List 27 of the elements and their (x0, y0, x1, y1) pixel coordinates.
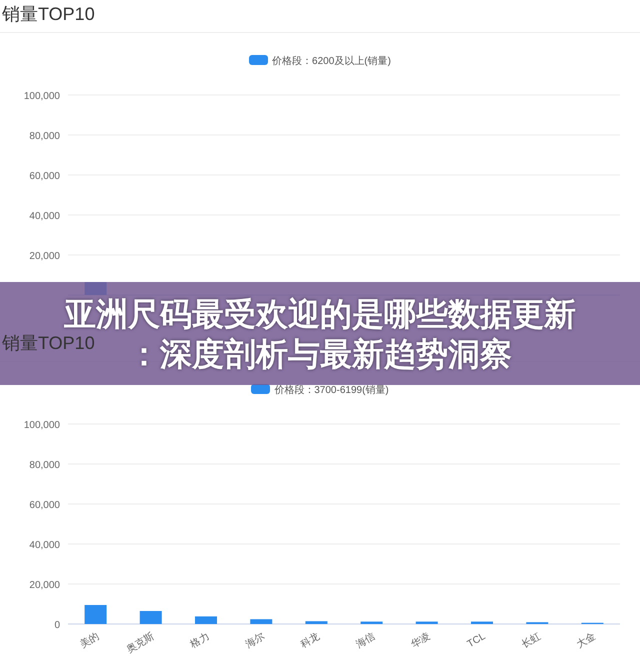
category-label: 大金 (575, 631, 598, 651)
axis-tick-label: 100,000 (24, 91, 60, 102)
legend-label: 价格段：3700-6199(销量) (274, 384, 389, 398)
category-label: 科龙 (299, 631, 322, 651)
category-label: TCL (466, 631, 488, 650)
category-label: 海尔 (244, 631, 267, 651)
category-label: 长虹 (520, 631, 543, 651)
chart-title: 销量TOP10 (2, 333, 95, 353)
axis-tick-label: 60,000 (29, 500, 60, 511)
axis-tick-label: 80,000 (29, 460, 60, 471)
axis-tick-label: 60,000 (29, 171, 60, 182)
axis-tick-label: 20,000 (29, 251, 60, 262)
axis-tick-label: 100,000 (24, 420, 60, 431)
axis-tick-label: 40,000 (29, 211, 60, 222)
axis-tick-label: 80,000 (29, 131, 60, 142)
category-label: 华凌 (409, 631, 432, 651)
category-label: 奥克斯 (124, 631, 156, 656)
legend-label: 价格段：6200及以上(销量) (272, 55, 391, 69)
chart-title: 销量TOP10 (2, 4, 95, 24)
axis-tick-label: 0 (54, 620, 60, 631)
category-label: 海信 (354, 631, 378, 651)
category-label: 格力 (188, 631, 212, 651)
banner-title-line: 亚洲尺码最受欢迎的是哪些数据更新 (64, 294, 576, 334)
banner-title-line: ：深度剖析与最新趋势洞察 (128, 334, 512, 374)
axis-tick-label: 20,000 (29, 580, 60, 591)
axis-tick-label: 40,000 (29, 540, 60, 551)
category-label: 美的 (78, 631, 102, 651)
